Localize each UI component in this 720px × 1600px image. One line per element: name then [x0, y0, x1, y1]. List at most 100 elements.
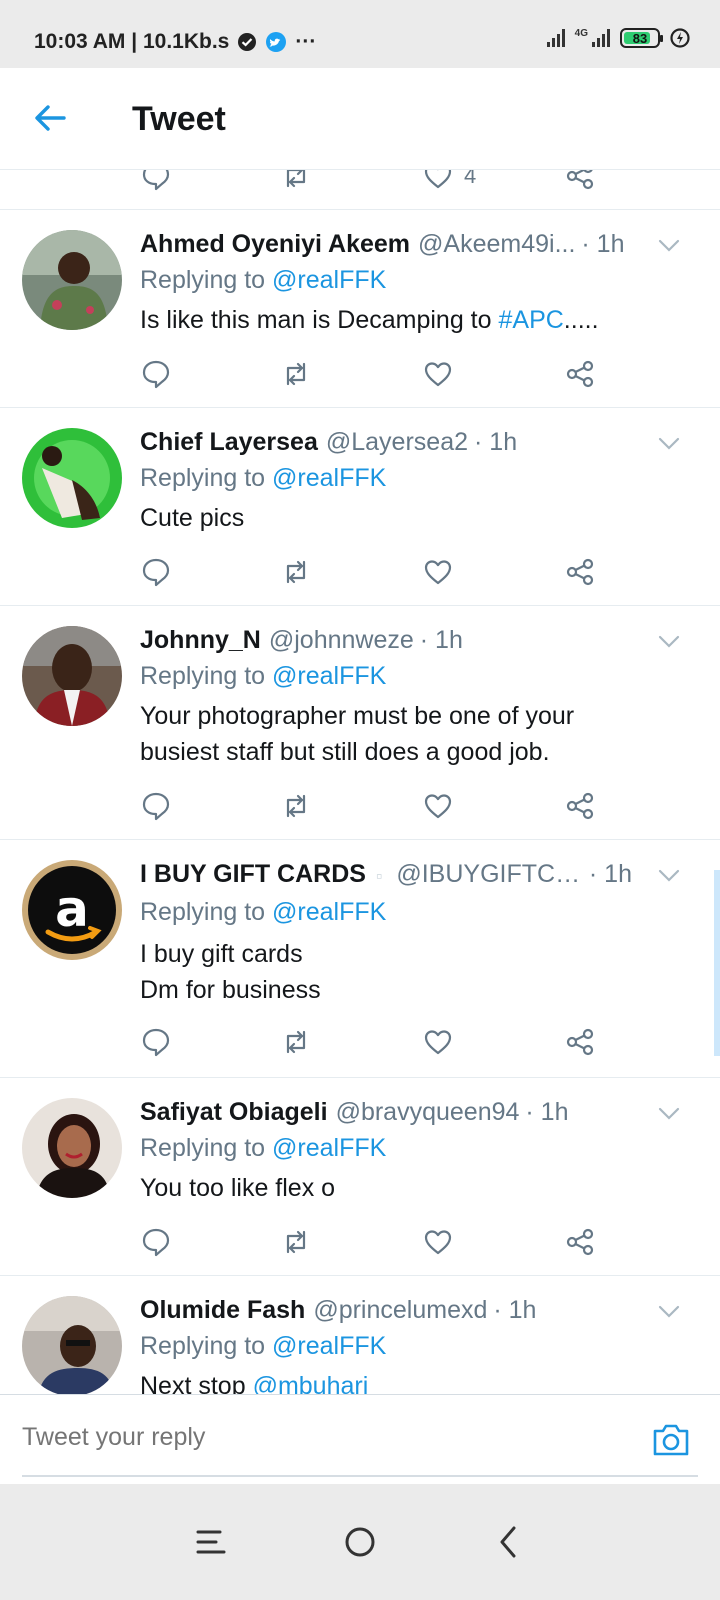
like-button[interactable]: 4	[422, 170, 502, 196]
tweet-card[interactable]: Chief Layersea @Layersea2 · 1h Replying …	[0, 408, 720, 606]
author-name[interactable]: Chief Layersea	[140, 428, 318, 457]
author-handle[interactable]: @IBUYGIFTCA...	[396, 860, 583, 889]
reply-button[interactable]	[140, 786, 180, 826]
scrollbar[interactable]	[714, 870, 720, 1056]
tweet-time: · 1h	[474, 428, 518, 456]
camera-icon[interactable]	[650, 1419, 692, 1461]
back-icon[interactable]	[486, 1518, 534, 1566]
like-button[interactable]	[422, 786, 462, 826]
mention-link[interactable]: @realFFK	[272, 464, 386, 492]
share-button[interactable]	[564, 354, 604, 394]
author-name[interactable]: Johnny_N	[140, 626, 261, 655]
avatar[interactable]	[22, 230, 122, 330]
avatar[interactable]	[22, 626, 122, 726]
tweet-time: · 1h	[581, 230, 625, 258]
share-button[interactable]	[564, 170, 604, 196]
avatar[interactable]	[22, 428, 122, 528]
retweet-icon	[286, 1030, 306, 1054]
retweet-button[interactable]	[280, 552, 320, 592]
hashtag-link[interactable]: #APC	[498, 306, 563, 334]
network-type: 4G	[574, 27, 588, 39]
author-handle[interactable]: @Akeem49i...	[418, 230, 575, 259]
retweet-button[interactable]	[280, 1222, 320, 1262]
avatar[interactable]: a	[22, 860, 122, 960]
tweet-card[interactable]: a I BUY GIFT CARDS ▫ @IBUYGIFTCA... · 1h…	[0, 840, 720, 1078]
like-button[interactable]	[422, 552, 462, 592]
replying-to: Replying to @realFFK	[140, 266, 387, 294]
share-button[interactable]	[564, 1022, 604, 1062]
tweet-actions	[140, 1222, 620, 1262]
like-button[interactable]	[422, 354, 462, 394]
replying-to: Replying to @realFFK	[140, 1134, 387, 1162]
battery-level: 83	[632, 30, 648, 46]
chevron-down-icon[interactable]	[656, 628, 682, 654]
retweet-button[interactable]	[280, 786, 320, 826]
retweet-button[interactable]	[280, 354, 320, 394]
tweet-header: Safiyat Obiageli @bravyqueen94 · 1h	[140, 1098, 632, 1127]
chevron-down-icon[interactable]	[656, 862, 682, 888]
author-name[interactable]: I BUY GIFT CARDS	[140, 860, 366, 889]
like-button[interactable]	[422, 1222, 462, 1262]
mention-link[interactable]: @realFFK	[272, 1332, 386, 1360]
author-name[interactable]: Olumide Fash	[140, 1296, 305, 1325]
charging-icon	[670, 28, 690, 48]
tweet-text: You too like flex o	[140, 1174, 336, 1202]
chevron-down-icon[interactable]	[656, 1298, 682, 1324]
reply-input[interactable]	[22, 1423, 582, 1452]
back-arrow-icon[interactable]	[30, 98, 70, 138]
author-name[interactable]: Ahmed Oyeniyi Akeem	[140, 230, 410, 259]
retweet-button[interactable]	[280, 1022, 320, 1062]
tweet-actions	[140, 1022, 620, 1062]
chevron-down-icon[interactable]	[656, 1100, 682, 1126]
avatar[interactable]	[22, 1098, 122, 1198]
heart-icon	[424, 560, 452, 585]
reply-button[interactable]	[140, 1022, 180, 1062]
reply-feed[interactable]: 4 Ahmed Oyeniyi Akeem @Akeem49i... · 1h …	[0, 170, 720, 1422]
menu-icon[interactable]	[186, 1518, 234, 1566]
reply-button[interactable]	[140, 1222, 180, 1262]
battery-icon: 83	[620, 28, 663, 48]
share-button[interactable]	[564, 786, 604, 826]
like-button[interactable]	[422, 1022, 462, 1062]
signal-4g-icon	[592, 29, 610, 47]
author-handle[interactable]: @Layersea2	[326, 428, 468, 457]
home-icon[interactable]	[336, 1518, 384, 1566]
chevron-down-icon[interactable]	[656, 430, 682, 456]
tweet-header: Chief Layersea @Layersea2 · 1h	[140, 428, 632, 457]
tweet-card[interactable]: Johnny_N @johnnweze · 1h Replying to @re…	[0, 606, 720, 840]
twitter-status-icon	[266, 32, 287, 52]
reply-icon	[142, 1228, 170, 1257]
reply-button[interactable]	[140, 354, 180, 394]
share-button[interactable]	[564, 552, 604, 592]
mention-link[interactable]: @realFFK	[272, 1134, 386, 1162]
tweet-card[interactable]: Ahmed Oyeniyi Akeem @Akeem49i... · 1h Re…	[0, 210, 720, 408]
like-count: 4	[464, 170, 477, 188]
tweet-text: Your photographer must be one of your bus…	[140, 702, 575, 766]
reply-icon	[142, 558, 170, 587]
mention-link[interactable]: @realFFK	[272, 266, 386, 294]
status-left: 10:03 AM | 10.1Kb.s ···	[34, 30, 316, 54]
signal-icon	[546, 29, 565, 47]
heart-icon	[424, 794, 452, 819]
share-icon	[566, 360, 594, 388]
author-handle[interactable]: @bravyqueen94	[336, 1098, 520, 1127]
share-button[interactable]	[564, 1222, 604, 1262]
reply-icon	[142, 792, 170, 821]
svg-text:a: a	[55, 880, 89, 938]
mention-link[interactable]: @realFFK	[272, 898, 386, 926]
avatar[interactable]	[22, 1296, 122, 1396]
tweet-header: Johnny_N @johnnweze · 1h	[140, 626, 632, 655]
reply-button[interactable]	[140, 170, 180, 196]
author-handle[interactable]: @princelumexd	[313, 1296, 487, 1325]
author-handle[interactable]: @johnnweze	[269, 626, 414, 655]
system-nav-bar	[0, 1484, 720, 1600]
retweet-button[interactable]	[280, 170, 320, 196]
replying-to: Replying to @realFFK	[140, 662, 387, 690]
share-icon	[566, 170, 594, 190]
retweet-icon	[286, 560, 306, 584]
reply-button[interactable]	[140, 552, 180, 592]
author-name[interactable]: Safiyat Obiageli	[140, 1098, 328, 1127]
mention-link[interactable]: @realFFK	[272, 662, 386, 690]
chevron-down-icon[interactable]	[656, 232, 682, 258]
tweet-card[interactable]: Safiyat Obiageli @bravyqueen94 · 1h Repl…	[0, 1078, 720, 1276]
